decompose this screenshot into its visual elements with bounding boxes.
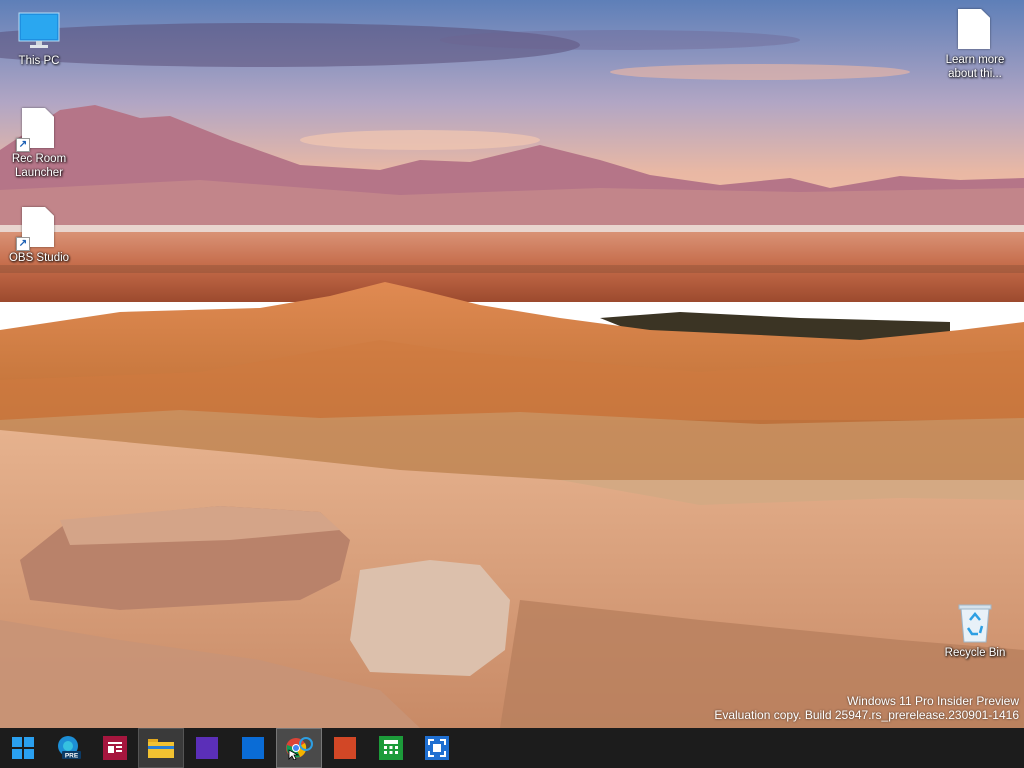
start-button[interactable] [0,728,46,768]
edge-preview-icon: PRE [58,736,81,760]
desktop-icon-label: OBS Studio [8,252,70,264]
taskbar: PRE [0,728,1024,768]
taskbar-orange-app[interactable] [322,728,368,768]
file-explorer-icon [148,739,174,758]
monitor-icon [18,12,60,52]
svg-text:PRE: PRE [65,753,79,760]
desktop-icon-obs-studio[interactable]: ↗ OBS Studio [2,207,76,265]
document-icon [958,9,992,51]
screen-capture-icon [425,736,449,760]
document-shortcut-icon: ↗ [16,207,56,251]
desktop-icon-label: Recycle Bin [944,647,1006,659]
desktop-icon-rec-room-launcher[interactable]: ↗ Rec Room Launcher [2,108,76,180]
desktop-wallpaper [0,0,1024,728]
reader-app-icon [103,736,127,760]
desktop-icon-label: Rec Room Launcher [11,153,67,179]
taskbar-chrome[interactable] [276,728,322,768]
watermark-edition: Windows 11 Pro Insider Preview [847,694,1019,708]
build-watermark: Windows 11 Pro Insider Preview Evaluatio… [714,694,1019,722]
taskbar-calculator[interactable] [368,728,414,768]
taskbar-reader-app[interactable] [92,728,138,768]
watermark-build: Evaluation copy. Build 25947.rs_prerelea… [714,708,1019,722]
desktop-icon-label: Learn more about thi... [945,54,1005,80]
taskbar-blue-app[interactable] [230,728,276,768]
desktop-icon-learn-more[interactable]: Learn more about thi... [938,9,1012,81]
purple-app-icon [196,737,218,759]
shortcut-arrow-icon: ↗ [16,138,30,152]
windows-start-icon [12,737,34,759]
blue-app-icon [242,737,264,759]
taskbar-purple-app[interactable] [184,728,230,768]
taskbar-screen-capture[interactable] [414,728,460,768]
desktop-icon-this-pc[interactable]: This PC [2,12,76,68]
desktop-icon-recycle-bin[interactable]: Recycle Bin [938,602,1012,660]
taskbar-edge-preview[interactable]: PRE [46,728,92,768]
chrome-icon [286,737,313,760]
calculator-icon [379,736,403,760]
shortcut-arrow-icon: ↗ [16,237,30,251]
taskbar-file-explorer[interactable] [138,728,184,768]
recycle-bin-icon [956,602,994,644]
orange-app-icon [334,737,356,759]
document-shortcut-icon: ↗ [16,108,56,152]
desktop-icon-label: This PC [18,55,60,67]
